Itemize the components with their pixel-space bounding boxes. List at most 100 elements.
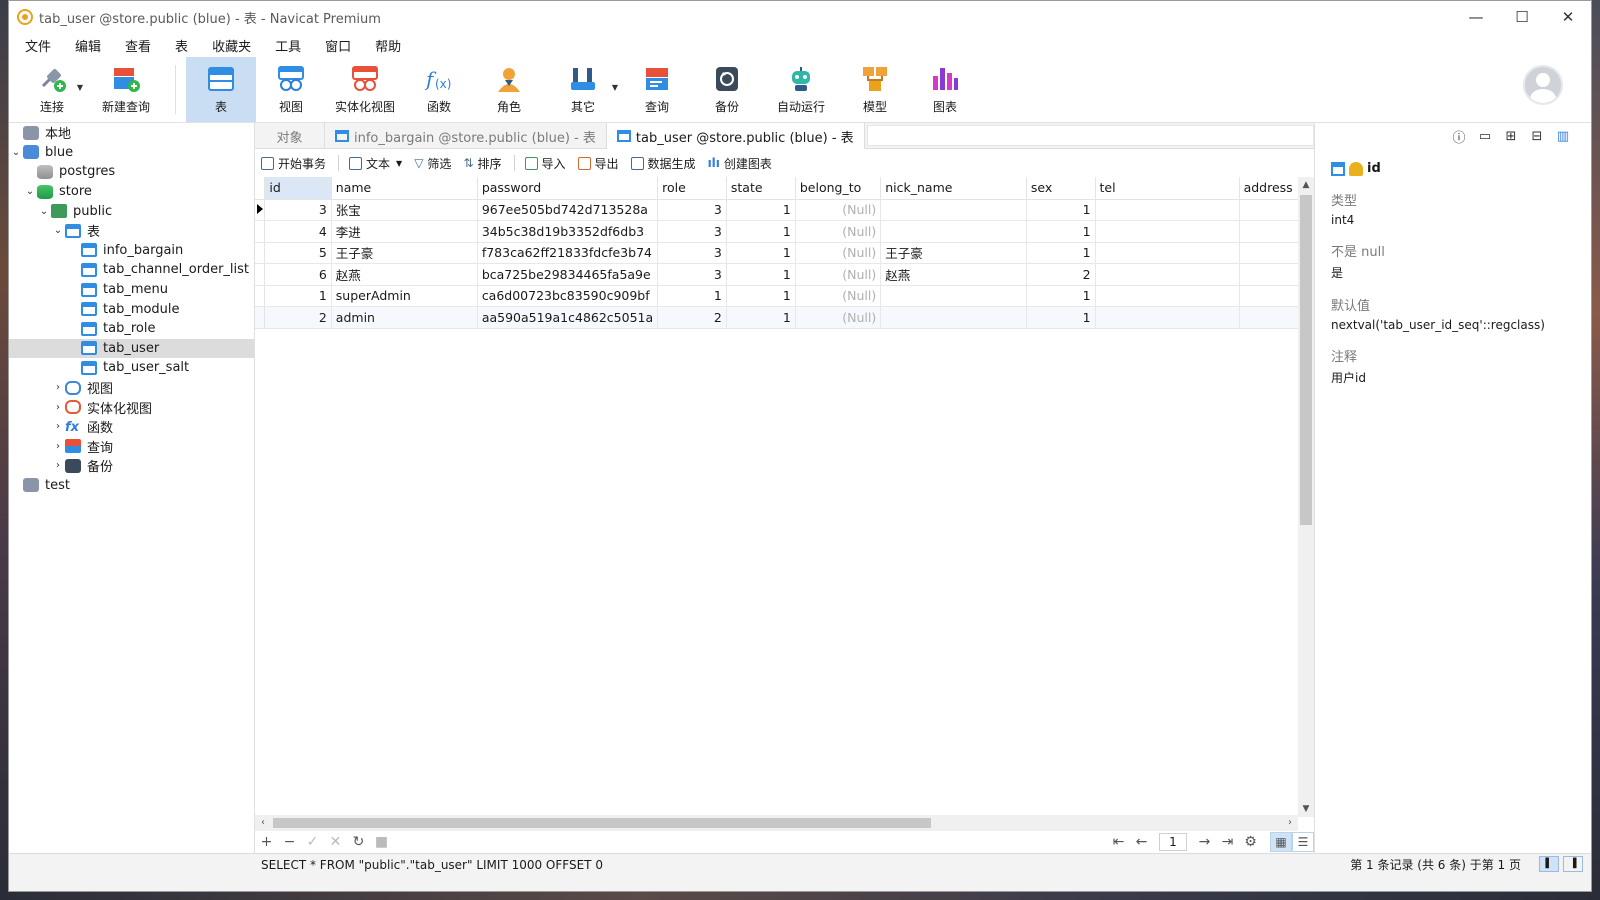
chevron-down-icon[interactable]: ⌄ xyxy=(23,186,37,197)
cell-id[interactable]: 6 xyxy=(264,263,332,286)
dependencies-icon[interactable]: ⊞ xyxy=(1503,129,1519,144)
vertical-scrollbar[interactable]: ▲ ▼ xyxy=(1298,177,1314,817)
import-button[interactable]: 导入 xyxy=(524,155,566,172)
column-header-id[interactable]: id xyxy=(264,177,332,200)
table-row[interactable]: 1 superAdmin ca6d00723bc83590c909bf 1 1 … xyxy=(255,285,1315,307)
cell-state[interactable]: 1 xyxy=(726,199,796,221)
chevron-down-icon[interactable]: ▼ xyxy=(396,159,402,168)
cell-role[interactable]: 3 xyxy=(657,263,727,286)
backup-button[interactable]: 备份 xyxy=(692,57,762,122)
chevron-down-icon[interactable]: ⌄ xyxy=(9,147,23,158)
data-generation-button[interactable]: 数据生成 xyxy=(630,155,696,172)
menu-tools[interactable]: 工具 xyxy=(263,36,313,55)
menu-file[interactable]: 文件 xyxy=(13,36,63,55)
table-row[interactable]: 3 张宝 967ee505bd742d713528a 3 1 (Null) 1 xyxy=(255,199,1315,221)
cell-name[interactable]: admin xyxy=(331,306,478,329)
settings-gear-icon[interactable]: ⚙ xyxy=(1239,834,1262,850)
info-icon[interactable]: ⓘ xyxy=(1451,127,1467,146)
menu-favorites[interactable]: 收藏夹 xyxy=(200,36,263,55)
menu-table[interactable]: 表 xyxy=(163,36,200,55)
menu-window[interactable]: 窗口 xyxy=(313,36,363,55)
cell-nick-name[interactable] xyxy=(880,285,1027,307)
chevron-down-icon[interactable]: ▼ xyxy=(77,83,83,92)
column-header-tel[interactable]: tel xyxy=(1095,177,1240,200)
column-header-role[interactable]: role xyxy=(657,177,727,200)
delete-record-button[interactable]: − xyxy=(278,834,301,850)
cell-sex[interactable]: 1 xyxy=(1026,242,1096,264)
tree-node-tables[interactable]: ⌄ 表 xyxy=(9,221,254,241)
scrollbar-thumb[interactable] xyxy=(1300,195,1312,525)
cell-role[interactable]: 3 xyxy=(657,199,727,221)
cell-nick-name[interactable] xyxy=(880,220,1027,243)
scroll-up-icon[interactable]: ▲ xyxy=(1298,177,1314,193)
tree-node-queries[interactable]: › 查询 xyxy=(9,437,254,457)
cell-password[interactable]: bca725be29834465fa5a9e xyxy=(477,263,659,286)
cell-nick-name[interactable] xyxy=(880,199,1027,221)
column-header-nick-name[interactable]: nick_name xyxy=(880,177,1027,200)
cell-name[interactable]: 张宝 xyxy=(331,199,478,221)
table-row[interactable]: 2 admin aa590a519a1c4862c5051a 2 1 (Null… xyxy=(255,306,1315,329)
tree-table-info-bargain[interactable]: info_bargain xyxy=(9,241,254,261)
cell-state[interactable]: 1 xyxy=(726,242,796,264)
connect-button[interactable]: 连接 ▼ xyxy=(17,57,87,122)
tree-node-materialized-views[interactable]: › 实体化视图 xyxy=(9,397,254,417)
scroll-right-icon[interactable]: › xyxy=(1282,815,1298,831)
filter-button[interactable]: ▽ 筛选 xyxy=(414,155,451,172)
tab-tab-user[interactable]: tab_user @store.public (blue) - 表 xyxy=(606,123,865,149)
form-view-icon[interactable]: ☰ xyxy=(1292,832,1314,852)
view-button[interactable]: 视图 xyxy=(256,57,326,122)
tree-node-public[interactable]: ⌄ public xyxy=(9,201,254,221)
materialized-view-button[interactable]: 实体化视图 xyxy=(326,57,404,122)
cell-belong-to[interactable]: (Null) xyxy=(795,242,882,264)
cell-state[interactable]: 1 xyxy=(726,285,796,307)
scroll-down-icon[interactable]: ▼ xyxy=(1298,801,1314,817)
cell-nick-name[interactable]: 王子豪 xyxy=(880,242,1027,264)
cell-sex[interactable]: 2 xyxy=(1026,263,1096,286)
cell-id[interactable]: 1 xyxy=(264,285,332,307)
cell-nick-name[interactable] xyxy=(880,306,1027,329)
field-properties-icon[interactable]: ▥ xyxy=(1555,129,1571,144)
text-button[interactable]: 文本 ▼ xyxy=(349,155,402,172)
tree-node-views[interactable]: › 视图 xyxy=(9,378,254,398)
cell-role[interactable]: 2 xyxy=(657,306,727,329)
cell-sex[interactable]: 1 xyxy=(1026,199,1096,221)
create-chart-button[interactable]: ılı 创建图表 xyxy=(708,155,772,172)
model-button[interactable]: 模型 xyxy=(840,57,910,122)
table-row[interactable]: 5 王子豪 f783ca62ff21833fdcfe3b74 3 1 (Null… xyxy=(255,242,1315,264)
cell-role[interactable]: 3 xyxy=(657,242,727,264)
table-button[interactable]: 表 xyxy=(186,57,256,122)
cell-name[interactable]: 李进 xyxy=(331,220,478,243)
cell-belong-to[interactable]: (Null) xyxy=(795,220,882,243)
column-header-state[interactable]: state xyxy=(726,177,796,200)
cell-belong-to[interactable]: (Null) xyxy=(795,306,882,329)
user-avatar[interactable] xyxy=(1523,65,1563,105)
scroll-left-icon[interactable]: ‹ xyxy=(255,815,271,831)
chevron-right-icon[interactable]: › xyxy=(51,441,65,452)
cell-state[interactable]: 1 xyxy=(726,306,796,329)
cell-sex[interactable]: 1 xyxy=(1026,306,1096,329)
discard-changes-button[interactable]: ✕ xyxy=(324,834,347,850)
tree-table-tab-module[interactable]: tab_module xyxy=(9,299,254,319)
tree-node-functions[interactable]: › fx 函数 xyxy=(9,417,254,437)
other-button[interactable]: 其它 ▼ xyxy=(544,57,622,122)
chevron-down-icon[interactable]: ⌄ xyxy=(51,225,65,236)
last-page-button[interactable]: ⇥ xyxy=(1216,834,1239,850)
tree-table-tab-channel-order-list[interactable]: tab_channel_order_list xyxy=(9,260,254,280)
function-button[interactable]: f (x) 函数 xyxy=(404,57,474,122)
menu-edit[interactable]: 编辑 xyxy=(63,36,113,55)
tree-table-tab-menu[interactable]: tab_menu xyxy=(9,280,254,300)
tree-table-tab-role[interactable]: tab_role xyxy=(9,319,254,339)
page-number-input[interactable]: 1 xyxy=(1159,833,1187,851)
chevron-right-icon[interactable]: › xyxy=(51,421,65,432)
cell-id[interactable]: 2 xyxy=(264,306,332,329)
cell-role[interactable]: 3 xyxy=(657,220,727,243)
table-row[interactable]: 4 李进 34b5c38d19b3352df6db3 3 1 (Null) 1 xyxy=(255,220,1315,243)
cell-tel[interactable] xyxy=(1095,242,1240,264)
automation-button[interactable]: 自动运行 xyxy=(762,57,840,122)
column-header-belong-to[interactable]: belong_to xyxy=(795,177,882,200)
cell-sex[interactable]: 1 xyxy=(1026,285,1096,307)
tree-node-local[interactable]: 本地 xyxy=(9,123,254,143)
chevron-down-icon[interactable]: ▼ xyxy=(612,83,618,92)
tree-node-backups[interactable]: › 备份 xyxy=(9,456,254,476)
sort-button[interactable]: ⇅ 排序 xyxy=(463,155,501,172)
